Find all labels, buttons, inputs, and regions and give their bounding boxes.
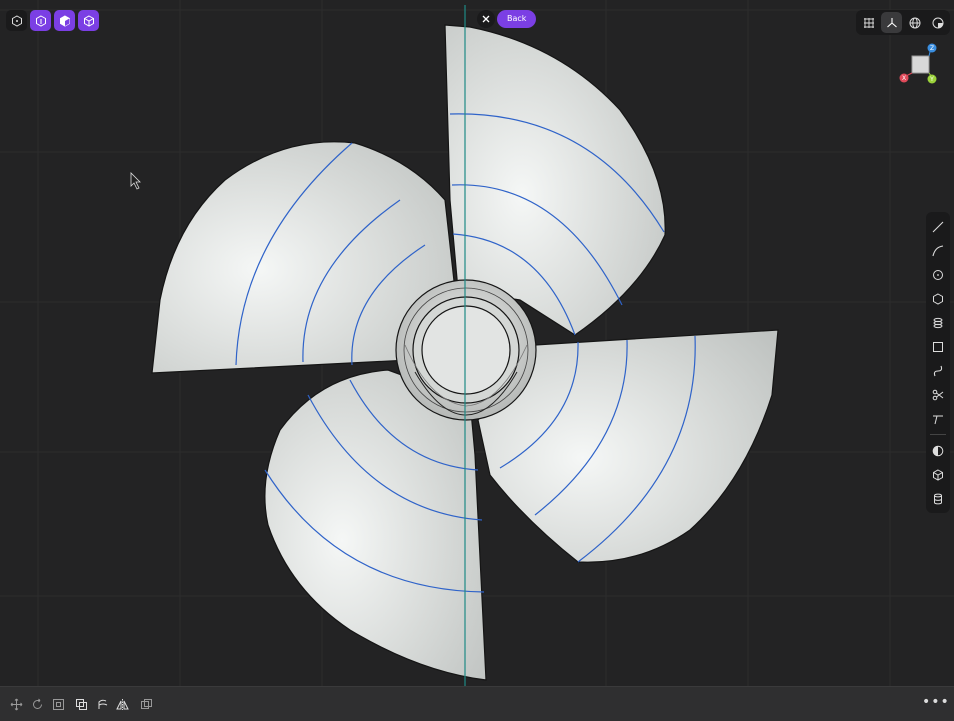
render-toggle-button[interactable] [927, 12, 948, 33]
revolve-tool[interactable] [94, 696, 110, 712]
mouse-cursor-icon [130, 172, 141, 190]
grid-icon [863, 17, 874, 28]
scale-tool[interactable] [50, 696, 66, 712]
close-icon [482, 15, 490, 23]
sphere-half-icon [932, 445, 944, 456]
move-tool[interactable] [8, 696, 24, 712]
copy-icon [75, 698, 87, 710]
copy-tool[interactable] [73, 696, 89, 712]
display-toolbar [856, 10, 950, 35]
cube-front-icon [35, 14, 46, 27]
curve-tool[interactable] [928, 240, 949, 261]
outline-view-button[interactable] [78, 10, 99, 31]
x-axis-label: X [902, 75, 906, 82]
rectangle-tool[interactable] [928, 336, 949, 357]
move-icon [10, 698, 22, 710]
mirror-tool[interactable] [114, 696, 130, 712]
revolve-icon [98, 699, 107, 709]
back-button[interactable]: Back [497, 10, 537, 28]
tools-separator [930, 434, 946, 435]
hexagon-view-button[interactable] [6, 10, 27, 31]
view-toolbar [6, 10, 99, 31]
axes-toggle-button[interactable] [881, 12, 902, 33]
curve-icon [932, 244, 944, 256]
array-icon [140, 698, 152, 709]
box-icon [933, 468, 943, 481]
barrel-tool[interactable] [928, 488, 949, 509]
axes-icon [886, 17, 897, 27]
close-button[interactable] [477, 10, 495, 28]
circle-tool[interactable] [928, 264, 949, 285]
hub [395, 279, 537, 421]
barrel-icon [934, 493, 942, 504]
line-tool[interactable] [928, 216, 949, 237]
wireframe-toggle-button[interactable] [904, 12, 925, 33]
array-tool[interactable] [138, 696, 154, 712]
cube-outline-icon [83, 14, 94, 27]
grid-toggle-button[interactable] [858, 12, 879, 33]
scissors-icon [932, 389, 944, 400]
y-axis-label: Y [929, 76, 934, 83]
circle-icon [933, 269, 943, 280]
cylinder-tool[interactable] [928, 312, 949, 333]
trim-icon [933, 415, 943, 424]
sketch-tools-panel [926, 212, 950, 513]
trim-tool[interactable] [928, 408, 949, 429]
hemisphere-tool[interactable] [928, 440, 949, 461]
box-tool[interactable] [928, 464, 949, 485]
cylinder-icon [933, 317, 943, 328]
rotate-tool[interactable] [29, 696, 45, 712]
front-view-button[interactable] [30, 10, 51, 31]
polygon-tool[interactable] [928, 288, 949, 309]
wireframe-sphere-icon [909, 17, 920, 28]
spline-tool[interactable] [928, 360, 949, 381]
spline-icon [933, 365, 943, 376]
cube-iso-icon [59, 14, 70, 27]
bottom-toolbar: ••• [0, 686, 954, 721]
viewport-canvas[interactable] [0, 0, 954, 686]
iso-view-button[interactable] [54, 10, 75, 31]
line-icon [932, 221, 944, 232]
render-sphere-icon [932, 17, 943, 28]
z-axis-label: Z [930, 45, 934, 52]
scissors-tool[interactable] [928, 384, 949, 405]
rectangle-icon [933, 341, 943, 352]
scale-icon [52, 698, 64, 710]
more-options-button[interactable]: ••• [922, 695, 949, 713]
mirror-icon [115, 698, 129, 710]
rotate-icon [32, 698, 42, 709]
hexagon-icon [11, 14, 22, 27]
3d-viewport[interactable] [0, 0, 954, 686]
orientation-gizmo[interactable]: Z X Y [898, 42, 942, 86]
polygon-icon [933, 292, 943, 305]
